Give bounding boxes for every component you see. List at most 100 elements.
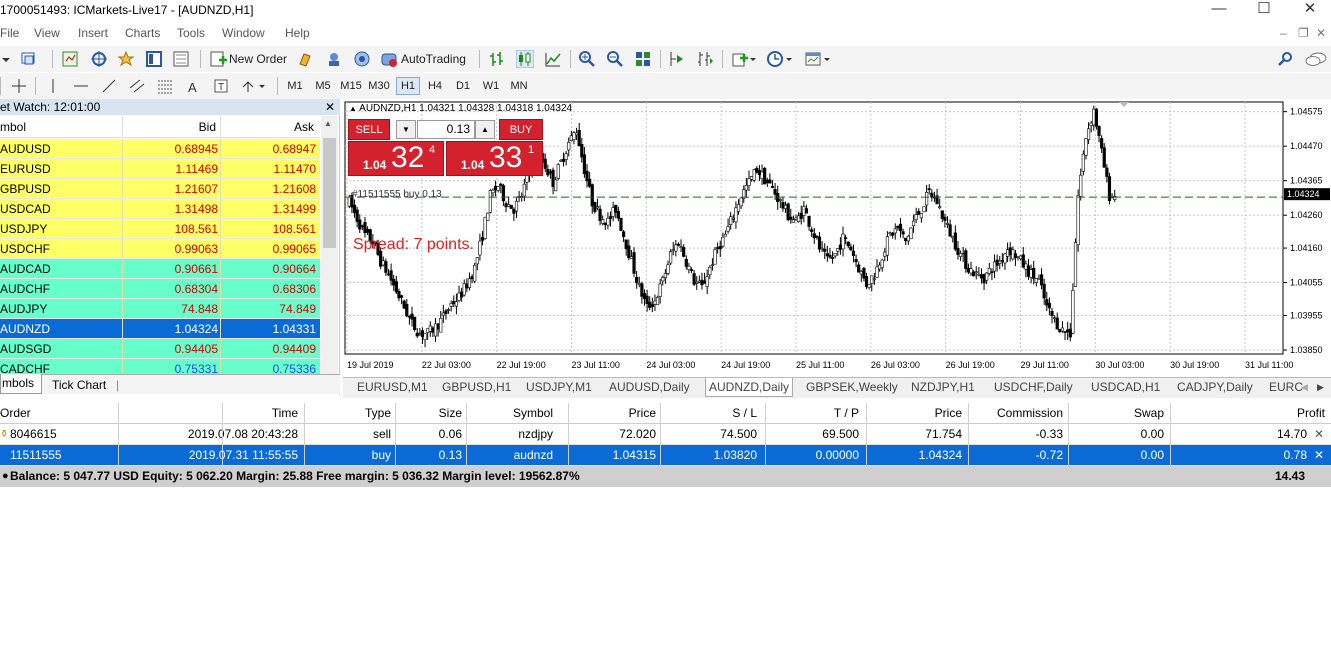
timeframe-w1[interactable]: W1 bbox=[480, 77, 502, 95]
timeframe-h1[interactable]: H1 bbox=[396, 77, 420, 95]
lot-increase-icon[interactable]: ▲ bbox=[475, 120, 495, 139]
market-watch-row[interactable]: AUDSGD 0.94405 0.94409 bbox=[0, 339, 320, 359]
market-watch-scrollbar[interactable]: ▲ bbox=[321, 116, 338, 374]
menu-help[interactable]: Help bbox=[285, 26, 310, 40]
close-position-icon[interactable]: ✕ bbox=[1314, 445, 1324, 466]
market-watch-row[interactable]: AUDNZD 1.04324 1.04331 bbox=[0, 319, 320, 339]
chart-tab[interactable]: USDCHF,Daily bbox=[994, 380, 1073, 394]
column-commission[interactable]: Commission bbox=[997, 403, 1063, 424]
chat-icon[interactable] bbox=[1305, 50, 1327, 68]
crosshair-navigator-icon[interactable] bbox=[90, 50, 108, 68]
equidistant-channel-icon[interactable] bbox=[128, 77, 146, 95]
periods-clock-icon[interactable] bbox=[766, 50, 784, 68]
column-price[interactable]: Price bbox=[629, 403, 656, 424]
chart-tab-active[interactable]: AUDNZD,Daily bbox=[705, 378, 794, 397]
market-watch-row[interactable]: AUDCAD 0.90661 0.90664 bbox=[0, 259, 320, 279]
market-watch-row[interactable]: CADCHF 0.75331 0.75336 bbox=[0, 359, 320, 374]
templates-icon[interactable] bbox=[804, 50, 822, 68]
market-watch-row[interactable]: AUDCHF 0.68304 0.68306 bbox=[0, 279, 320, 299]
menu-tools[interactable]: Tools bbox=[177, 26, 205, 40]
chart-tab[interactable]: GBPSEK,Weekly bbox=[806, 380, 898, 394]
crosshair-icon[interactable] bbox=[10, 77, 28, 95]
trade-row[interactable]: 11511555 2019.07.31 11:55:55 buy 0.13 audnzd… bbox=[0, 445, 1331, 466]
new-order-button[interactable]: New Order bbox=[229, 50, 287, 68]
autotrading-button[interactable]: AutoTrading bbox=[401, 50, 466, 68]
market-watch-row[interactable]: EURUSD 1.11469 1.11470 bbox=[0, 159, 320, 179]
buy-price-button[interactable]: 1.04 33 1 bbox=[446, 141, 543, 176]
menu-insert[interactable]: Insert bbox=[78, 26, 108, 40]
market-watch-icon[interactable] bbox=[61, 50, 79, 68]
chart-tab[interactable]: EURUSD,M1 bbox=[357, 380, 428, 394]
indicators-icon[interactable] bbox=[731, 50, 749, 68]
lot-size-input[interactable]: 0.13 bbox=[417, 120, 475, 139]
horizontal-line-icon[interactable] bbox=[72, 77, 90, 95]
chart-window[interactable]: 19 Jul 2019 22 Jul 03:00 22 Jul 19:00 23 Ju… bbox=[343, 100, 1331, 376]
minimize-button[interactable]: — bbox=[1196, 0, 1242, 22]
chart-tab[interactable]: AUDUSD,Daily bbox=[609, 380, 690, 394]
timeframe-m5[interactable]: M5 bbox=[312, 77, 334, 95]
auto-scroll-icon[interactable] bbox=[696, 50, 714, 68]
chevron-down-icon[interactable] bbox=[0, 50, 18, 68]
column-current-price[interactable]: Price bbox=[935, 403, 962, 424]
tab-tick-chart[interactable]: Tick Chart bbox=[52, 376, 106, 394]
market-watch-row[interactable]: AUDUSD 0.68945 0.68947 bbox=[0, 139, 320, 159]
text-tool-icon[interactable]: A bbox=[184, 77, 202, 95]
text-label-icon[interactable]: T bbox=[212, 77, 230, 95]
chart-tab[interactable]: NZDJPY,H1 bbox=[911, 380, 975, 394]
chevron-down-icon[interactable] bbox=[785, 50, 795, 68]
chevron-down-icon[interactable] bbox=[258, 77, 268, 95]
timeframe-m30[interactable]: M30 bbox=[366, 77, 392, 95]
autotrading-icon[interactable] bbox=[380, 50, 398, 68]
chevron-down-icon[interactable] bbox=[823, 50, 833, 68]
new-order-icon[interactable] bbox=[209, 50, 227, 68]
arrows-icon[interactable] bbox=[240, 77, 258, 95]
market-watch-row[interactable]: USDCHF 0.99063 0.99065 bbox=[0, 239, 320, 259]
column-size[interactable]: Size bbox=[439, 403, 462, 424]
close-button[interactable]: ✕ bbox=[1287, 0, 1331, 22]
chevron-down-icon[interactable] bbox=[749, 50, 759, 68]
candlestick-icon[interactable] bbox=[516, 50, 534, 68]
maximize-button[interactable]: ☐ bbox=[1241, 0, 1287, 22]
timeframe-m15[interactable]: M15 bbox=[338, 77, 364, 95]
bar-chart-icon[interactable] bbox=[488, 50, 506, 68]
terminal-icon[interactable] bbox=[145, 50, 163, 68]
sell-price-button[interactable]: 1.04 32 4 bbox=[348, 141, 444, 176]
vertical-line-icon[interactable] bbox=[44, 77, 62, 95]
metaeditor-icon[interactable] bbox=[297, 50, 315, 68]
menu-window[interactable]: Window bbox=[222, 26, 265, 40]
mdi-restore-icon[interactable]: ❐ bbox=[1298, 26, 1309, 40]
timeframe-h4[interactable]: H4 bbox=[424, 77, 446, 95]
chart-tab[interactable]: USDCAD,H1 bbox=[1091, 380, 1160, 394]
profiles-icon[interactable] bbox=[20, 50, 38, 68]
zoom-out-icon[interactable] bbox=[606, 50, 624, 68]
zoom-in-icon[interactable] bbox=[578, 50, 596, 68]
timeframe-d1[interactable]: D1 bbox=[452, 77, 474, 95]
column-symbol[interactable]: Symbol bbox=[513, 403, 553, 424]
market-watch-row[interactable]: GBPUSD 1.21607 1.21608 bbox=[0, 179, 320, 199]
close-position-icon[interactable]: ✕ bbox=[1314, 424, 1324, 445]
menu-view[interactable]: View bbox=[34, 26, 60, 40]
mdi-minimize-icon[interactable]: – bbox=[1280, 26, 1287, 40]
trendline-icon[interactable] bbox=[100, 77, 118, 95]
fibonacci-icon[interactable] bbox=[156, 77, 174, 95]
scroll-left-icon[interactable]: ◀ bbox=[1301, 382, 1308, 393]
column-swap[interactable]: Swap bbox=[1134, 403, 1164, 424]
tile-windows-icon[interactable] bbox=[634, 50, 652, 68]
favorites-icon[interactable] bbox=[117, 50, 135, 68]
mdi-close-icon[interactable]: ✕ bbox=[1316, 26, 1326, 40]
column-tp[interactable]: T / P bbox=[834, 403, 859, 424]
market-icon[interactable] bbox=[353, 50, 371, 68]
tab-symbols[interactable]: mbols bbox=[0, 374, 42, 394]
chart-tab[interactable]: CADJPY,Daily bbox=[1177, 380, 1253, 394]
line-chart-icon[interactable] bbox=[544, 50, 562, 68]
search-icon[interactable] bbox=[1277, 50, 1295, 68]
market-watch-row[interactable]: AUDJPY 74.848 74.849 bbox=[0, 299, 320, 319]
strategy-tester-icon[interactable] bbox=[172, 50, 190, 68]
sell-button[interactable]: SELL bbox=[348, 119, 390, 140]
column-type[interactable]: Type bbox=[365, 403, 391, 424]
close-icon[interactable]: ✕ bbox=[325, 99, 335, 115]
column-sl[interactable]: S / L bbox=[732, 403, 757, 424]
column-profit[interactable]: Profit bbox=[1297, 403, 1325, 424]
column-time[interactable]: Time bbox=[272, 403, 298, 424]
lot-decrease-icon[interactable]: ▼ bbox=[396, 120, 416, 139]
